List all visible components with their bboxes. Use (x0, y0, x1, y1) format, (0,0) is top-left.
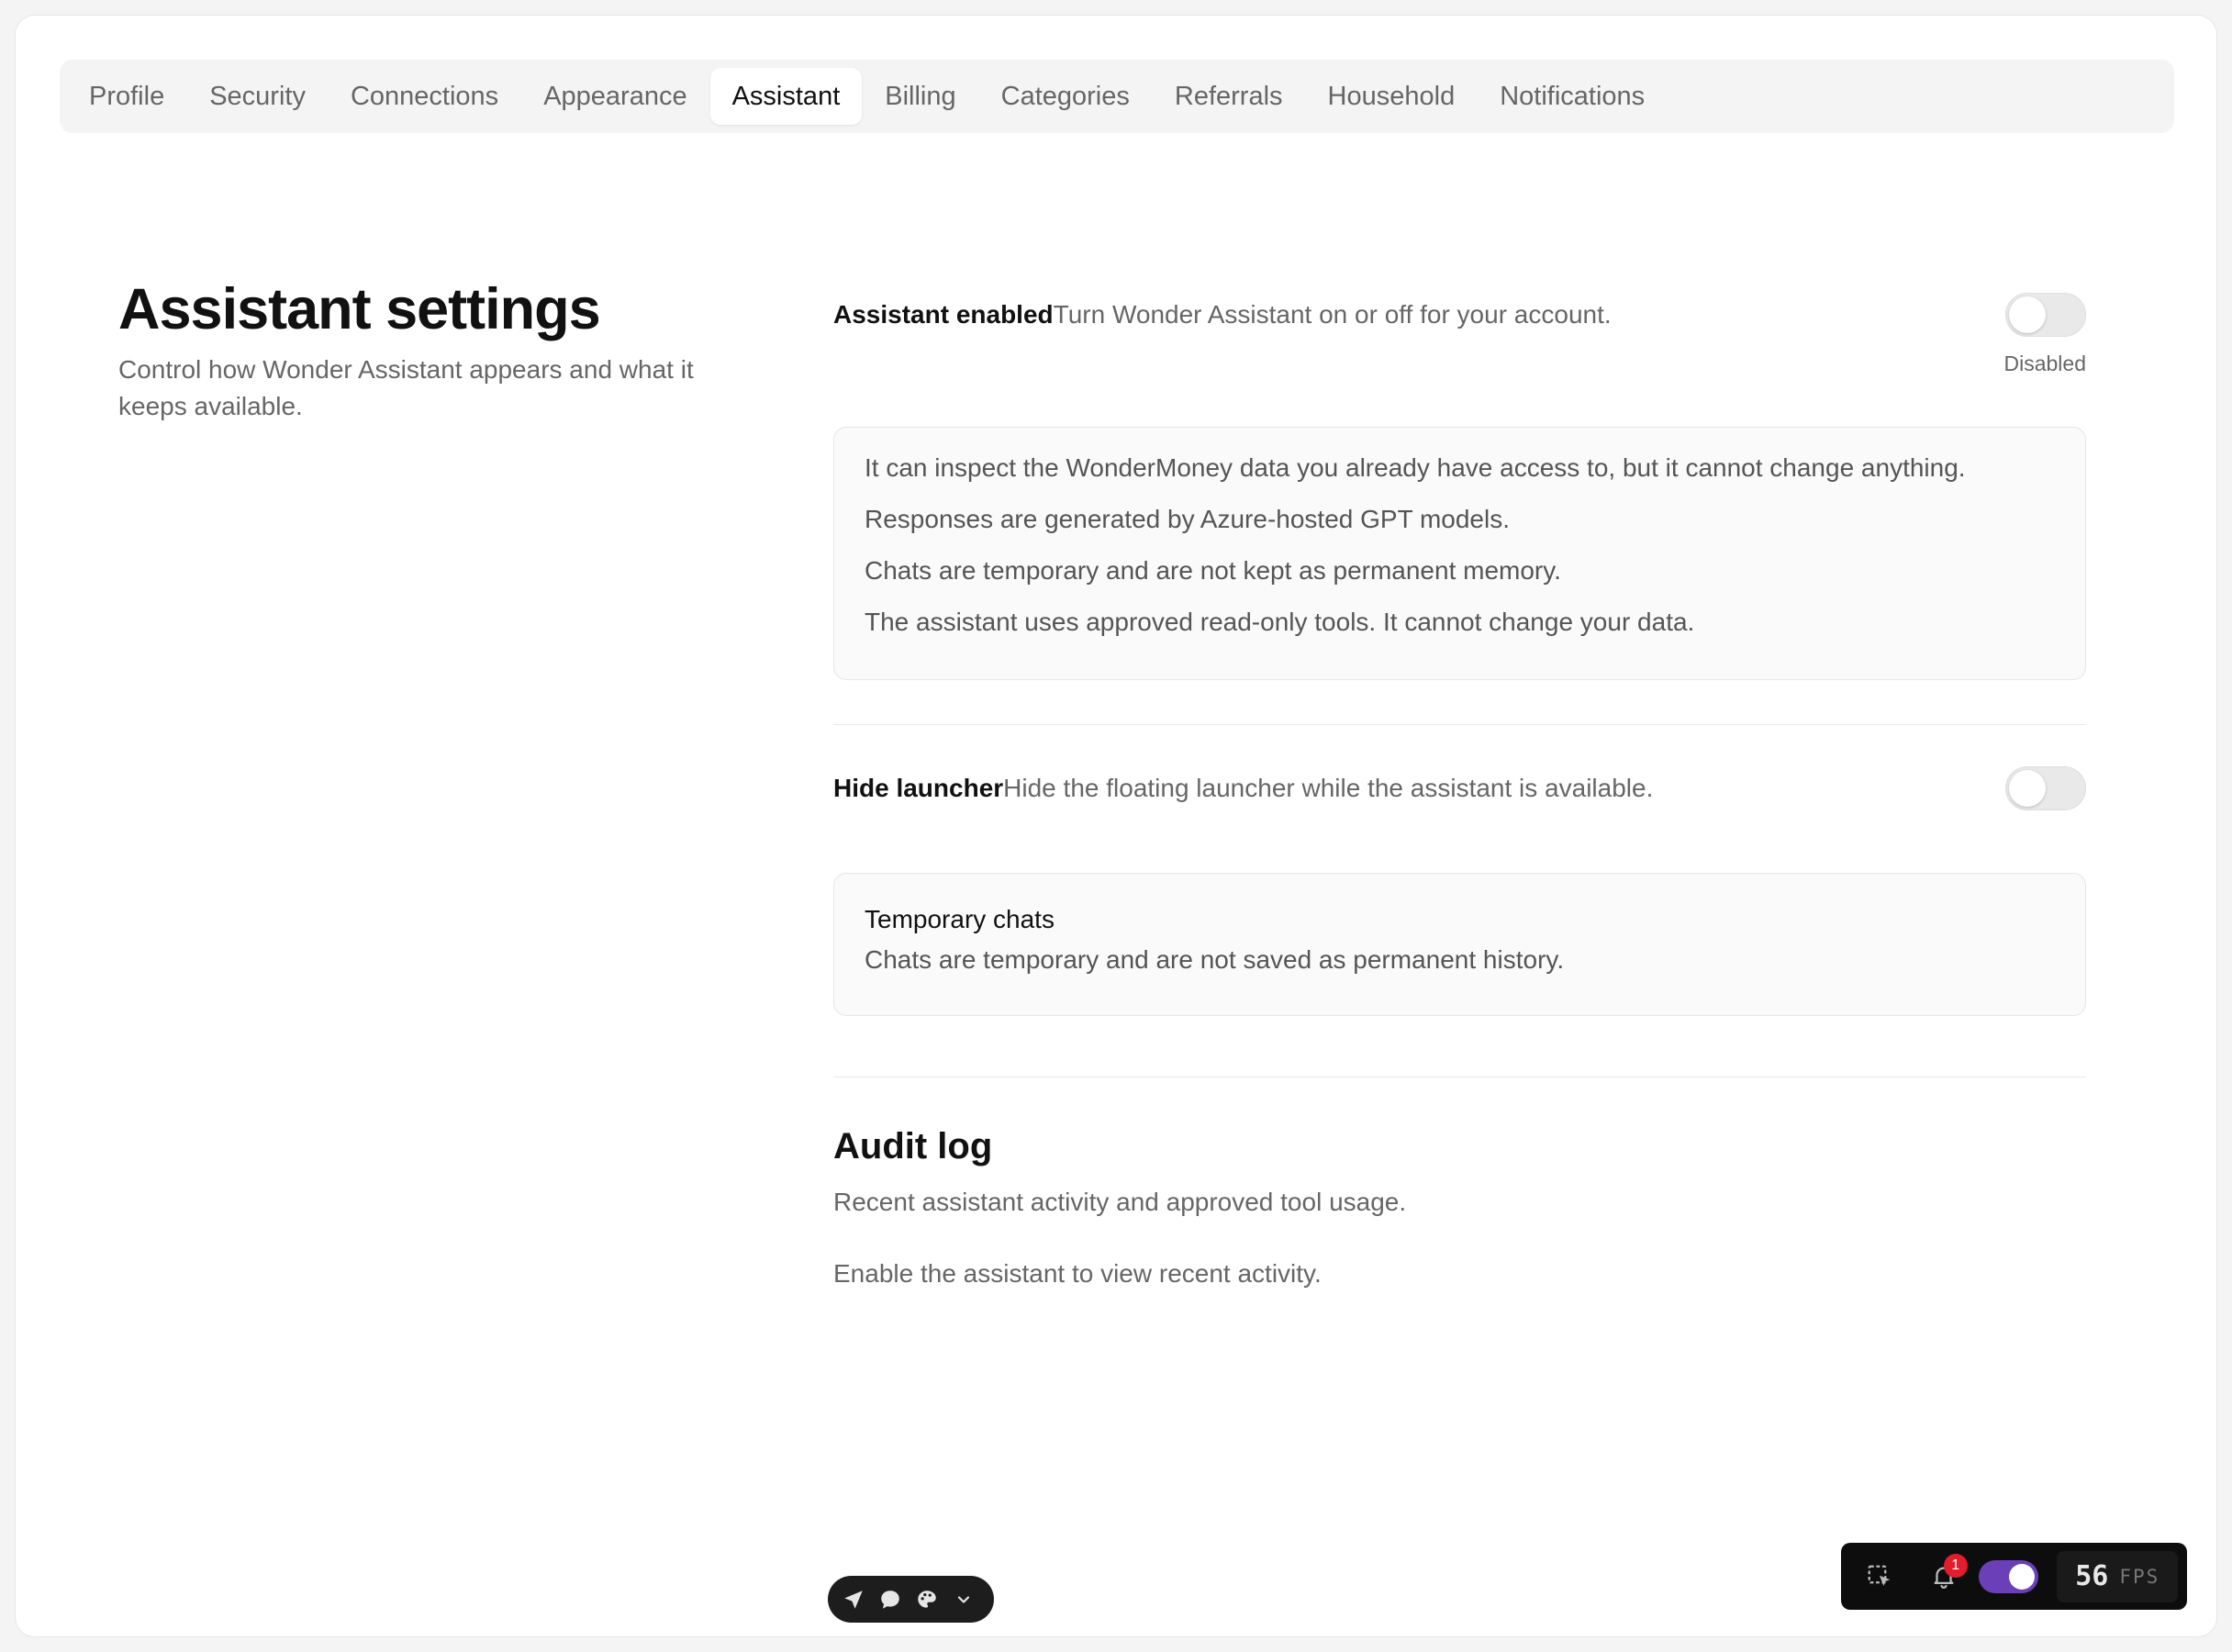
fps-value: 56 (2075, 1560, 2109, 1592)
assistant-enabled-text: Assistant enabledTurn Wonder Assistant o… (833, 300, 1612, 329)
audit-log-description: Recent assistant activity and approved t… (833, 1188, 1407, 1216)
assistant-enabled-toggle[interactable] (2005, 293, 2086, 337)
hide-launcher-toggle[interactable] (2005, 766, 2086, 810)
temporary-chats-box: Temporary chats Chats are temporary and … (833, 873, 2086, 1016)
temporary-chats-title: Temporary chats (865, 905, 1055, 933)
settings-tabbar: Profile Security Connections Appearance … (60, 60, 2174, 133)
info-line: The assistant uses approved read-only to… (865, 608, 1695, 636)
notification-count-badge: 1 (1943, 1553, 1968, 1578)
bell-icon[interactable]: 1 (1924, 1553, 1968, 1597)
audit-log-section: Audit log Recent assistant activity and … (833, 1126, 2086, 1289)
section-divider (833, 724, 2086, 725)
info-line: It can inspect the WonderMoney data you … (865, 453, 1966, 482)
info-line: Chats are temporary and are not kept as … (865, 556, 1561, 585)
info-line: Responses are generated by Azure-hosted … (865, 505, 1510, 533)
chat-bubble-icon[interactable] (877, 1587, 903, 1613)
dev-mode-toggle[interactable] (1978, 1559, 2039, 1593)
hide-launcher-text: Hide launcherHide the floating launcher … (833, 774, 1653, 803)
hide-launcher-setting: Hide launcherHide the floating launcher … (833, 766, 2086, 810)
tab-referrals[interactable]: Referrals (1153, 68, 1305, 125)
tab-notifications[interactable]: Notifications (1478, 68, 1667, 125)
assistant-status-text: Disabled (2003, 352, 2087, 375)
hide-launcher-label: Hide launcher (833, 774, 1004, 802)
audit-log-title: Audit log (833, 1126, 993, 1166)
tab-assistant[interactable]: Assistant (709, 68, 863, 125)
dev-toolbar: 1 56 FPS (1841, 1543, 2187, 1610)
tab-profile[interactable]: Profile (67, 68, 186, 125)
assistant-info-box: It can inspect the WonderMoney data you … (833, 427, 2086, 680)
fps-label: FPS (2119, 1565, 2160, 1588)
tab-billing[interactable]: Billing (863, 68, 977, 125)
palette-icon[interactable] (914, 1587, 940, 1613)
tab-security[interactable]: Security (187, 68, 328, 125)
tab-connections[interactable]: Connections (329, 68, 520, 125)
page-subtitle: Control how Wonder Assistant appears and… (118, 355, 694, 420)
chevron-down-icon[interactable] (951, 1587, 976, 1613)
settings-window: Profile Security Connections Appearance … (15, 15, 2217, 1637)
assistant-enabled-label: Assistant enabled (833, 300, 1054, 329)
floating-mini-toolbar (828, 1576, 994, 1623)
assistant-enabled-description: Turn Wonder Assistant on or off for your… (1053, 300, 1612, 329)
temporary-chats-description: Chats are temporary and are not saved as… (865, 945, 1565, 974)
send-icon[interactable] (841, 1587, 866, 1613)
tab-household[interactable]: Household (1306, 68, 1478, 125)
hide-launcher-description: Hide the floating launcher while the ass… (1003, 774, 1654, 802)
page-title: Assistant settings (118, 277, 601, 341)
fps-counter: 56 FPS (2057, 1550, 2178, 1602)
tab-categories[interactable]: Categories (979, 68, 1152, 125)
tab-appearance[interactable]: Appearance (521, 68, 709, 125)
assistant-enabled-setting: Assistant enabledTurn Wonder Assistant o… (833, 293, 2086, 394)
element-select-icon[interactable] (1859, 1557, 1900, 1597)
audit-log-empty-state: Enable the assistant to view recent acti… (833, 1259, 1322, 1288)
